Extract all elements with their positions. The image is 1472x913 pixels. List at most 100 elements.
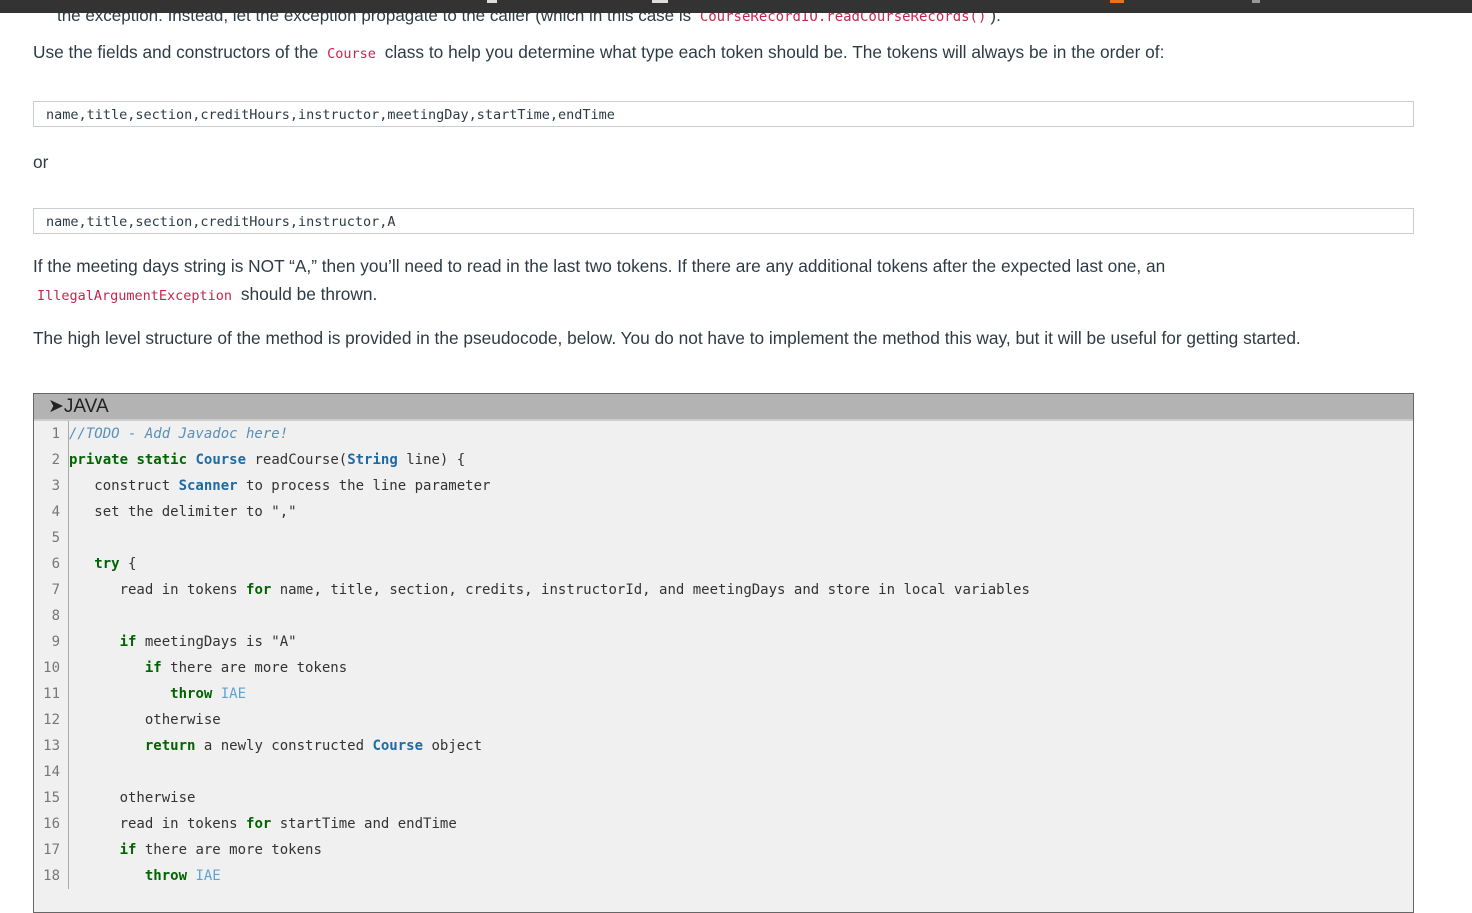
top-toolbar (0, 0, 1472, 13)
toolbar-icon[interactable] (487, 0, 497, 3)
paragraph-pseudocode-intro: The high level structure of the method i… (33, 328, 1301, 348)
code-text: name, title, section, credits, instructo… (271, 582, 1030, 598)
code-comment: //TODO - Add Javadoc here! (69, 426, 289, 442)
toolbar-icon[interactable] (652, 0, 668, 3)
type-name: String (347, 452, 398, 468)
keyword: return (144, 738, 196, 754)
inline-code-course: Course (327, 46, 376, 62)
line-number: 3 (34, 473, 69, 499)
line-number: 10 (34, 655, 69, 681)
code-body: 1 //TODO - Add Javadoc here! 2 private s… (34, 421, 1413, 889)
code-line: 12 otherwise (34, 707, 1413, 733)
code-text: to process the line parameter (237, 478, 491, 494)
code-line: 15 otherwise (34, 785, 1413, 811)
text: class to help you determine what type ea… (379, 42, 1165, 62)
line-number: 17 (34, 837, 69, 863)
line-number: 8 (34, 603, 69, 629)
code-text: object (423, 738, 483, 754)
keyword: for (246, 816, 272, 832)
code-line: 1 //TODO - Add Javadoc here! (34, 421, 1413, 447)
line-number: 11 (34, 681, 69, 707)
code-line: 16 read in tokens for startTime and endT… (34, 811, 1413, 837)
code-line: 3 construct Scanner to process the line … (34, 473, 1413, 499)
code-line: 14 (34, 759, 1413, 785)
java-code-block: ➤JAVA 1 //TODO - Add Javadoc here! 2 pri… (33, 393, 1414, 913)
code-text: read in tokens (69, 816, 247, 832)
line-number: 18 (34, 863, 69, 889)
format-example-full: name,title,section,creditHours,instructo… (33, 101, 1414, 127)
code-text: construct (69, 478, 179, 494)
type-name: Course (195, 452, 247, 468)
code-line: 4 set the delimiter to "," (34, 499, 1413, 525)
expand-arrow-icon: ➤ (48, 396, 64, 417)
code-line: 9 if meetingDays is "A" (34, 629, 1413, 655)
keyword: if (119, 634, 137, 650)
code-block-toggle[interactable]: ➤JAVA (34, 394, 1413, 421)
code-text: otherwise (69, 712, 221, 728)
code-line: 18 throw IAE (34, 863, 1413, 889)
line-number: 16 (34, 811, 69, 837)
keyword: private (69, 452, 129, 468)
code-text: meetingDays is "A" (136, 634, 297, 650)
exception-name: IAE (195, 868, 221, 884)
code-line: 11 throw IAE (34, 681, 1413, 707)
keyword: for (246, 582, 272, 598)
line-number: 15 (34, 785, 69, 811)
text: Use the fields and constructors of the (33, 42, 324, 62)
assignment-content: Use the fields and constructors of the C… (33, 38, 1414, 352)
type-name: Scanner (178, 478, 238, 494)
keyword: throw (144, 868, 188, 884)
keyword: try (94, 556, 120, 572)
code-text: read in tokens (69, 582, 247, 598)
code-text: startTime and endTime (271, 816, 457, 832)
code-text: readCourse( (246, 452, 348, 468)
paragraph-token-types: Use the fields and constructors of the C… (33, 38, 1414, 68)
inline-code-iae: IllegalArgumentException (37, 288, 233, 304)
code-line: 17 if there are more tokens (34, 837, 1413, 863)
toolbar-icon[interactable] (1252, 0, 1260, 3)
text: If the meeting days string is NOT “A,” t… (33, 256, 1166, 276)
code-text: { (119, 556, 137, 572)
code-text: there are more tokens (161, 660, 348, 676)
code-language-label: JAVA (63, 396, 109, 417)
code-line: 7 read in tokens for name, title, sectio… (34, 577, 1413, 603)
code-text: a newly constructed (195, 738, 373, 754)
keyword: throw (170, 686, 213, 702)
keyword: if (119, 842, 137, 858)
exception-name: IAE (220, 686, 247, 702)
toolbar-icon[interactable] (1110, 0, 1124, 3)
code-line: 6 try { (34, 551, 1413, 577)
line-number: 12 (34, 707, 69, 733)
line-number: 1 (34, 421, 69, 447)
paragraph-meeting-days: If the meeting days string is NOT “A,” t… (33, 252, 1414, 310)
line-number: 5 (34, 525, 69, 551)
code-line: 5 (34, 525, 1413, 551)
code-line: 10 if there are more tokens (34, 655, 1413, 681)
code-line: 8 (34, 603, 1413, 629)
line-number: 2 (34, 447, 69, 473)
type-name: Course (372, 738, 424, 754)
code-text: set the delimiter to "," (69, 504, 297, 520)
keyword: if (144, 660, 162, 676)
line-number: 7 (34, 577, 69, 603)
keyword: static (136, 452, 188, 468)
line-number: 4 (34, 499, 69, 525)
text: should be thrown. (236, 284, 378, 304)
code-line: 2 private static Course readCourse(Strin… (34, 447, 1413, 473)
line-number: 6 (34, 551, 69, 577)
code-text: otherwise (69, 790, 196, 806)
line-number: 14 (34, 759, 69, 785)
format-example-arranged: name,title,section,creditHours,instructo… (33, 208, 1414, 234)
or-text: or (33, 152, 49, 172)
code-line: 13 return a newly constructed Course obj… (34, 733, 1413, 759)
code-text: there are more tokens (136, 842, 322, 858)
line-number: 9 (34, 629, 69, 655)
code-text: line) { (397, 452, 466, 468)
